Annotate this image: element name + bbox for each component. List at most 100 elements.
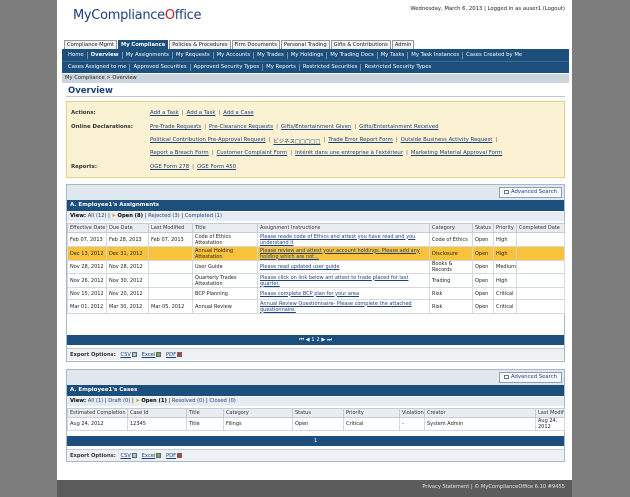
col-status[interactable]: Status (472, 223, 494, 233)
filter-completed[interactable]: Completed (1) (185, 213, 222, 219)
report-breach-link[interactable]: Report a Breach Form (150, 150, 209, 156)
trade-error-link[interactable]: Trade Error Report Form (328, 137, 393, 145)
nav-my-accounts[interactable]: My Accounts (214, 51, 255, 59)
table-cell[interactable]: Please click on link below ant attest to… (257, 273, 430, 288)
tab-gifts-contributions[interactable]: Gifts & Contributions (330, 40, 391, 49)
col-case-last-modified[interactable]: Last Modified (535, 408, 565, 418)
add-task-link-2[interactable]: Add a Task (187, 110, 216, 116)
tab-admin[interactable]: Admin (391, 40, 415, 49)
filter-all[interactable]: All (12) (88, 213, 107, 219)
col-completed-date[interactable]: Completed Date (516, 223, 565, 233)
col-case-status[interactable]: Status (292, 408, 344, 418)
nav-overview[interactable]: Overview (88, 51, 123, 59)
table-cell: User Guide (192, 260, 258, 274)
oge-form-278-link[interactable]: OGE Form 278 (150, 164, 189, 170)
col-estimated-completion[interactable]: Estimated Completion (67, 408, 128, 418)
col-priority[interactable]: Priority (493, 223, 517, 233)
table-row[interactable]: Nov 15, 2012 Nov 20, 2012 BCP Planning Plea… (67, 287, 565, 300)
nav-cases-assigned[interactable]: Cases Assigned to me (65, 64, 131, 71)
csv-icon (131, 453, 137, 458)
gifts-given-link[interactable]: Gifts/Entertainment Given (281, 124, 351, 130)
table-row[interactable]: Aug 24, 2012 12345 Title Filings Open Critica… (67, 417, 565, 431)
col-due-date[interactable]: Due Date (106, 223, 149, 233)
tab-compliance-mgmt[interactable]: Compliance Mgmt (64, 40, 118, 49)
table-row[interactable]: Mar 01, 2012 Mar 30, 2012 Mar 05, 2012 Annu… (67, 299, 565, 314)
nav-restricted-security-types[interactable]: Restricted Security Types (361, 64, 434, 71)
nav-my-reports[interactable]: My Reports (263, 64, 300, 71)
table-row[interactable]: Nov 26, 2012 Nov 30, 2012 Quarterly Trades… (67, 273, 565, 288)
actions-label: Actions: (71, 110, 96, 116)
col-case-id[interactable]: Case Id (127, 408, 187, 418)
filter-open[interactable]: Open (8) (118, 213, 144, 219)
table-cell[interactable]: Please read updated user guide (257, 260, 430, 274)
nav-my-trades[interactable]: My Trades (254, 51, 288, 59)
tab-personal-trading[interactable]: Personal Trading (280, 40, 330, 49)
nav-home[interactable]: Home (65, 51, 88, 59)
export-csv-link[interactable]: CSV (120, 352, 130, 358)
customer-complaint-link[interactable]: Customer Complaint Form (217, 150, 288, 156)
pre-clearance-requests-link[interactable]: Pre-Clearance Requests (209, 124, 273, 130)
nav-my-requests[interactable]: My Requests (173, 51, 214, 59)
add-case-link[interactable]: Add a Case (223, 110, 253, 116)
col-case-priority[interactable]: Priority (343, 408, 400, 418)
cases-export-csv-link[interactable]: CSV (120, 453, 130, 459)
case-filter-all[interactable]: All (1) (88, 398, 103, 404)
col-case-category[interactable]: Category (223, 408, 293, 418)
nav-restricted-securities[interactable]: Restricted Securities (300, 64, 362, 71)
export-excel-link[interactable]: Excel (142, 352, 156, 358)
case-filter-draft[interactable]: Draft (0) (108, 398, 130, 404)
add-task-link[interactable]: Add a Task (150, 110, 179, 116)
japanese-business-link[interactable]: ビジネス□□□□□ (273, 137, 320, 145)
col-category[interactable]: Category (429, 223, 473, 233)
nav-approved-security-types[interactable]: Approved Security Types (191, 64, 264, 71)
pdf-icon (177, 352, 183, 357)
nav-my-task-instances[interactable]: My Task Instances (408, 51, 464, 59)
header-status: Wednesday, March 6, 2013 | Logged in as … (410, 6, 565, 12)
assignments-advanced-search-button[interactable]: Advanced Search (498, 187, 562, 198)
tab-firm-documents[interactable]: Firm Documents (231, 40, 280, 49)
marketing-material-link[interactable]: Marketing Material Approval Form (411, 150, 502, 156)
case-filter-resolved[interactable]: Resolved (0) (172, 398, 204, 404)
table-row[interactable]: Nov 28, 2012 Nov 28, 2012 User Guide Please… (67, 260, 565, 274)
table-cell[interactable]: Annual Review Questionnaire- Please comp… (257, 299, 430, 314)
oge-form-450-link[interactable]: OGE Form 450 (197, 164, 236, 170)
col-instructions[interactable]: Assignment Instructions (257, 223, 430, 233)
tab-policies-procedures[interactable]: Policies & Procedures (169, 40, 231, 49)
col-case-creator[interactable]: Creator (424, 408, 536, 418)
logo[interactable]: MyComplianceOffice (73, 8, 202, 23)
political-contribution-link[interactable]: Political Contribution Pre-Approval Requ… (150, 137, 266, 145)
nav-approved-securities[interactable]: Approved Securities (130, 64, 191, 71)
cases-export-pdf-link[interactable]: PDF (166, 453, 176, 459)
actions-panel: Actions: Add a Task | Add a Task | Add a C… (66, 101, 565, 178)
assignments-pager[interactable]: ⏮ ◀ 1 2 ▶ ⏭ (67, 335, 564, 345)
table-cell: Open (472, 287, 494, 300)
interet-entreprise-link[interactable]: Intérêt dans une entreprise à l'extérieu… (295, 150, 403, 156)
table-cell[interactable]: Please reade code of Ethics and attest y… (257, 232, 430, 247)
nav-cases-created[interactable]: Cases Created by Me (463, 52, 525, 59)
col-title[interactable]: Title (192, 223, 258, 233)
export-pdf-link[interactable]: PDF (166, 352, 176, 358)
table-row[interactable]: Feb 07, 2013 Feb 28, 2013 Feb 07, 2013 Code… (67, 232, 565, 247)
nav-my-assignments[interactable]: My Assignments (123, 51, 173, 59)
col-case-title[interactable]: Title (186, 408, 224, 418)
nav-my-trading-docs[interactable]: My Trading Docs (327, 51, 378, 59)
col-last-modified[interactable]: Last Modified (148, 223, 193, 233)
nav-my-holdings[interactable]: My Holdings (288, 51, 328, 59)
cases-advanced-search-button[interactable]: Advanced Search (498, 372, 562, 383)
cases-export-excel-link[interactable]: Excel (142, 453, 156, 459)
table-cell[interactable]: Please complete BCP plan for your area (257, 287, 430, 300)
nav-my-tasks[interactable]: My Tasks (378, 51, 409, 59)
col-case-violation[interactable]: Violation (399, 408, 425, 418)
outside-business-link[interactable]: Outside Business Activity Request (401, 137, 493, 145)
pre-trade-requests-link[interactable]: Pre-Trade Requests (150, 124, 201, 130)
table-cell[interactable]: Please review and attest your account ho… (257, 246, 430, 261)
gifts-received-link[interactable]: Gifts/Entertainment Received (359, 124, 438, 130)
table-cell: Open (472, 260, 494, 274)
col-effective-date[interactable]: Effective Date (67, 223, 107, 233)
case-filter-open[interactable]: Open (1) (141, 398, 167, 404)
tab-my-compliance[interactable]: My Compliance (118, 40, 169, 49)
case-filter-closed[interactable]: Closed (0) (209, 398, 235, 404)
filter-rejected[interactable]: Rejected (3) (148, 213, 180, 219)
cases-pager[interactable]: 1 (67, 436, 564, 446)
table-row[interactable]: Dec 13, 2012 Dec 31, 2012 Annual Holding A… (67, 246, 565, 261)
